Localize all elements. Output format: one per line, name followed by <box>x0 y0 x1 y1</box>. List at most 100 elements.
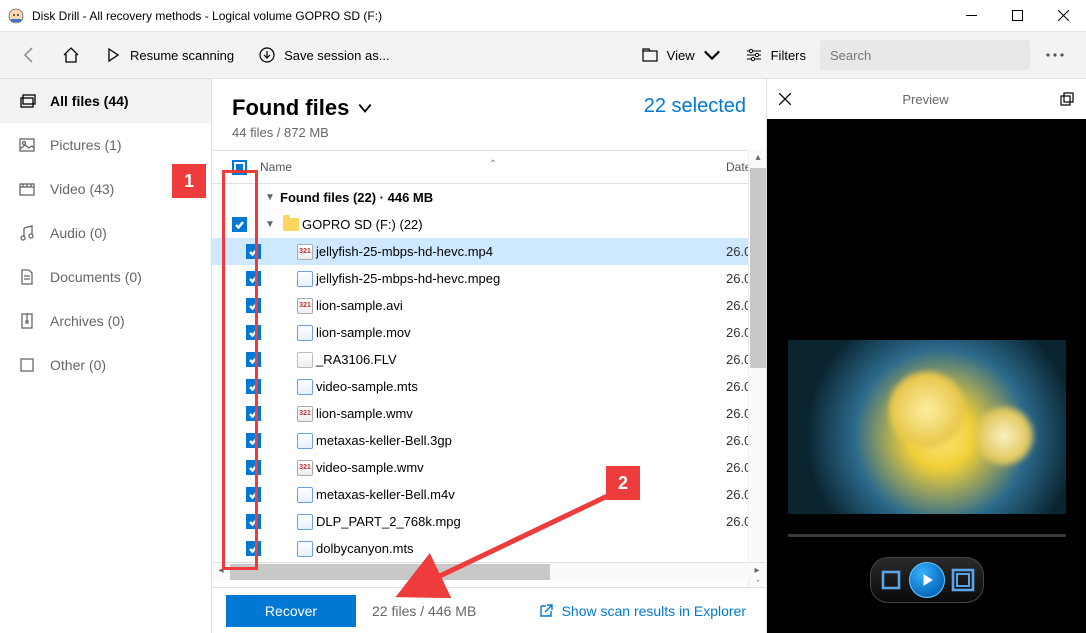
sidebar-item-pictures[interactable]: Pictures (1) <box>0 123 211 167</box>
file-name: lion-sample.wmv <box>316 406 726 421</box>
resume-scanning-button[interactable]: Resume scanning <box>94 32 244 78</box>
home-button[interactable] <box>52 32 90 78</box>
footer: Recover 22 files / 446 MB Show scan resu… <box>212 587 766 633</box>
file-name: lion-sample.avi <box>316 298 726 313</box>
checkbox-partial-icon <box>232 160 247 175</box>
search-input[interactable] <box>830 48 1020 63</box>
external-link-icon <box>538 603 554 619</box>
play-icon <box>920 573 934 587</box>
horizontal-scrollbar[interactable]: ◂▸ <box>212 562 766 580</box>
checkbox-icon[interactable] <box>246 433 261 448</box>
recover-button[interactable]: Recover <box>226 595 356 627</box>
checkbox-icon[interactable] <box>246 271 261 286</box>
maximize-button[interactable] <box>994 0 1040 32</box>
select-all-checkbox[interactable] <box>218 160 260 175</box>
checkbox-icon[interactable] <box>246 244 261 259</box>
sidebar-item-other[interactable]: Other (0) <box>0 343 211 387</box>
file-row[interactable]: metaxas-keller-Bell.3gp26.0 <box>212 427 766 454</box>
file-type-icon <box>294 487 316 503</box>
sidebar-item-documents[interactable]: Documents (0) <box>0 255 211 299</box>
checkbox-icon[interactable] <box>246 514 261 529</box>
view-label: View <box>667 48 695 63</box>
preview-title: Preview <box>902 92 948 107</box>
file-row[interactable]: 321lion-sample.avi26.0 <box>212 292 766 319</box>
file-type-icon <box>294 271 316 287</box>
page-title-label: Found files <box>232 95 349 121</box>
toolbar: Resume scanning Save session as... View … <box>0 32 1086 78</box>
group-row[interactable]: ▼ Found files (22) · 446 MB <box>212 184 766 211</box>
home-icon <box>62 46 80 64</box>
filters-button[interactable]: Filters <box>735 32 816 78</box>
checkbox-icon[interactable] <box>246 460 261 475</box>
video-icon <box>18 180 36 198</box>
close-button[interactable] <box>1040 0 1086 32</box>
file-name: DLP_PART_2_768k.mpg <box>316 514 726 529</box>
file-name: lion-sample.mov <box>316 325 726 340</box>
video-progress[interactable] <box>788 534 1066 537</box>
page-subtitle: 44 files / 872 MB <box>232 125 373 140</box>
collapse-icon[interactable]: ▼ <box>260 219 280 230</box>
stop-icon <box>879 568 903 592</box>
popout-icon[interactable] <box>1060 92 1074 106</box>
play-button[interactable] <box>909 562 945 598</box>
folder-icon <box>280 218 302 231</box>
file-row[interactable]: lion-sample.mov26.0 <box>212 319 766 346</box>
fullscreen-button[interactable] <box>951 568 975 592</box>
sidebar-item-audio[interactable]: Audio (0) <box>0 211 211 255</box>
sidebar: All files (44) Pictures (1) Video (43) A… <box>0 79 212 633</box>
collapse-icon[interactable]: ▼ <box>260 192 280 203</box>
file-row[interactable]: metaxas-keller-Bell.m4v26.0 <box>212 481 766 508</box>
file-row[interactable]: 321jellyfish-25-mbps-hd-hevc.mp426.0 <box>212 238 766 265</box>
minimize-button[interactable] <box>948 0 994 32</box>
view-button[interactable]: View <box>631 32 731 78</box>
more-menu-button[interactable] <box>1034 32 1076 78</box>
checkbox-icon[interactable] <box>232 217 247 232</box>
file-name: dolbycanyon.mts <box>316 541 726 556</box>
footer-info: 22 files / 446 MB <box>372 603 476 619</box>
archive-icon <box>18 312 36 330</box>
file-name: _RA3106.FLV <box>316 352 726 367</box>
file-type-icon: 321 <box>294 298 316 314</box>
file-type-icon: 321 <box>294 406 316 422</box>
checkbox-icon[interactable] <box>246 487 261 502</box>
show-in-explorer-link[interactable]: Show scan results in Explorer <box>538 603 746 619</box>
sidebar-item-archives[interactable]: Archives (0) <box>0 299 211 343</box>
download-icon <box>258 46 276 64</box>
folder-row[interactable]: ▼ GOPRO SD (F:) (22) <box>212 211 766 238</box>
file-type-icon: 321 <box>294 244 316 260</box>
checkbox-icon[interactable] <box>246 541 261 556</box>
file-type-icon <box>294 514 316 530</box>
stop-button[interactable] <box>879 568 903 592</box>
sidebar-item-all-files[interactable]: All files (44) <box>0 79 211 123</box>
fullscreen-icon <box>951 568 975 592</box>
sidebar-item-label: Video (43) <box>50 181 114 197</box>
save-session-button[interactable]: Save session as... <box>248 32 400 78</box>
file-row[interactable]: _RA3106.FLV26.0 <box>212 346 766 373</box>
file-row[interactable]: 321lion-sample.wmv26.0 <box>212 400 766 427</box>
search-box[interactable] <box>820 40 1030 70</box>
vertical-scrollbar[interactable]: ▴▾ <box>748 150 766 587</box>
group-label: Found files (22) · 446 MB <box>280 190 766 205</box>
file-row[interactable]: dolbycanyon.mts <box>212 535 766 562</box>
column-name[interactable]: Name ⌃ <box>260 160 726 174</box>
window-controls <box>948 0 1086 32</box>
chevron-down-icon[interactable] <box>357 100 373 116</box>
resume-label: Resume scanning <box>130 48 234 63</box>
checkbox-icon[interactable] <box>246 406 261 421</box>
audio-icon <box>18 224 36 242</box>
dots-icon <box>1046 53 1064 57</box>
checkbox-icon[interactable] <box>246 352 261 367</box>
file-row[interactable]: 321video-sample.wmv26.0 <box>212 454 766 481</box>
files-icon <box>18 92 36 110</box>
checkbox-icon[interactable] <box>246 298 261 313</box>
checkbox-icon[interactable] <box>246 325 261 340</box>
sidebar-item-label: Documents (0) <box>50 269 142 285</box>
file-row[interactable]: jellyfish-25-mbps-hd-hevc.mpeg26.0 <box>212 265 766 292</box>
file-row[interactable]: video-sample.mts26.0 <box>212 373 766 400</box>
checkbox-icon[interactable] <box>246 379 261 394</box>
file-row[interactable]: DLP_PART_2_768k.mpg26.0 <box>212 508 766 535</box>
close-icon[interactable] <box>779 93 791 105</box>
sidebar-item-label: All files (44) <box>50 93 129 109</box>
back-button[interactable] <box>10 32 48 78</box>
window-title: Disk Drill - All recovery methods - Logi… <box>32 9 382 23</box>
